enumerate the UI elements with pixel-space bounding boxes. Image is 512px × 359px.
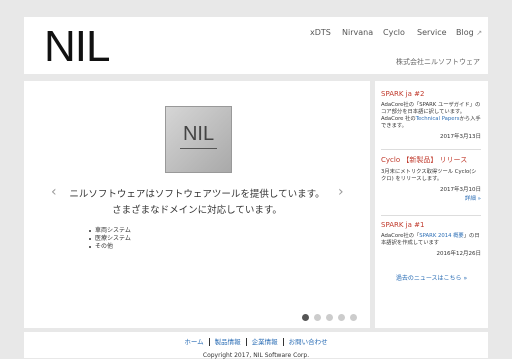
- carousel-dot-5[interactable]: [350, 314, 357, 321]
- carousel-indicators: [302, 314, 357, 321]
- news-body: AdaCore社の「SPARK ユーザガイド」のコア部分を日本語に訳しています。…: [381, 102, 481, 130]
- news-date: 2017年3月10日: [440, 187, 481, 193]
- news-title[interactable]: SPARK ja #1: [381, 221, 481, 229]
- list-item: 医療システム: [89, 235, 131, 243]
- nav-blog-label: Blog: [456, 28, 474, 37]
- site-logo[interactable]: NIL: [44, 22, 110, 72]
- separator: [282, 338, 284, 346]
- carousel-dot-2[interactable]: [314, 314, 321, 321]
- news-body-text: AdaCore社の「: [381, 233, 420, 239]
- news-title[interactable]: Cyclo 【新製品】 リリース: [381, 155, 481, 165]
- footer-link-contact[interactable]: お問い合わせ: [289, 338, 328, 346]
- slide-logo-text: NIL: [182, 123, 215, 145]
- nav-service[interactable]: Service: [417, 28, 447, 37]
- nav-nirvana[interactable]: Nirvana: [342, 28, 373, 37]
- slide-logo-underline: [180, 148, 217, 149]
- footer-link-company[interactable]: 企業情報: [252, 338, 278, 346]
- news-title[interactable]: SPARK ja #2: [381, 90, 481, 98]
- hero-carousel: NIL ‹ › ニルソフトウェアはソフトウェアツールを提供しています。 さまざま…: [24, 81, 370, 328]
- news-date: 2017年3月13日: [440, 134, 481, 140]
- carousel-dot-4[interactable]: [338, 314, 345, 321]
- spark-overview-link[interactable]: SPARK 2014 概要: [419, 233, 463, 239]
- nav-blog[interactable]: Blog ↗: [456, 28, 482, 37]
- slide-logo-image: NIL: [165, 106, 232, 173]
- external-link-icon: ↗: [476, 29, 483, 37]
- news-item-3: SPARK ja #1 AdaCore社の「SPARK 2014 概要」の日本語…: [381, 221, 481, 257]
- footer-nav: ホーム 製品情報 企業情報 お問い合わせ: [24, 336, 488, 346]
- carousel-dot-1[interactable]: [302, 314, 309, 321]
- news-more-link[interactable]: 詳細 »: [381, 194, 481, 202]
- slide-caption-line2: さまざまなドメインに対応しています。: [112, 205, 282, 216]
- news-body: AdaCore社の「SPARK 2014 概要」の日本語訳を作成しています: [381, 233, 481, 247]
- slide-caption-line1: ニルソフトウェアはソフトウェアツールを提供しています。: [69, 189, 325, 200]
- footer-link-home[interactable]: ホーム: [184, 338, 203, 346]
- divider: [381, 215, 481, 216]
- list-item: その他: [89, 243, 131, 251]
- footer-link-products[interactable]: 製品情報: [215, 338, 241, 346]
- site-header: NIL xDTS Nirvana Cyclo Service Blog ↗ 株式…: [24, 17, 488, 74]
- technical-papers-link[interactable]: Technical Papers: [416, 116, 460, 122]
- news-sidebar: SPARK ja #2 AdaCore社の「SPARK ユーザガイド」のコア部分…: [375, 81, 488, 328]
- all-news-link[interactable]: 過去のニュースはこちら »: [375, 273, 488, 282]
- list-item: 車両システム: [89, 227, 131, 235]
- separator: [245, 338, 247, 346]
- news-item-1: SPARK ja #2 AdaCore社の「SPARK ユーザガイド」のコア部分…: [381, 90, 481, 140]
- news-body: 3月末にメトリクス取得ツール Cyclo(シクロ) をリリースします。: [381, 169, 477, 182]
- domain-list: 車両システム 医療システム その他: [89, 227, 131, 251]
- news-item-2: Cyclo 【新製品】 リリース 3月末にメトリクス取得ツール Cyclo(シク…: [381, 155, 481, 202]
- company-name: 株式会社ニルソフトウェア: [396, 58, 480, 66]
- site-footer: ホーム 製品情報 企業情報 お問い合わせ Copyright 2017, NIL So…: [24, 332, 488, 359]
- news-date: 2016年12月26日: [436, 251, 482, 257]
- divider: [381, 149, 481, 150]
- nav-cyclo[interactable]: Cyclo: [383, 28, 405, 37]
- separator: [208, 338, 210, 346]
- nav-xdts[interactable]: xDTS: [310, 28, 331, 37]
- carousel-dot-3[interactable]: [326, 314, 333, 321]
